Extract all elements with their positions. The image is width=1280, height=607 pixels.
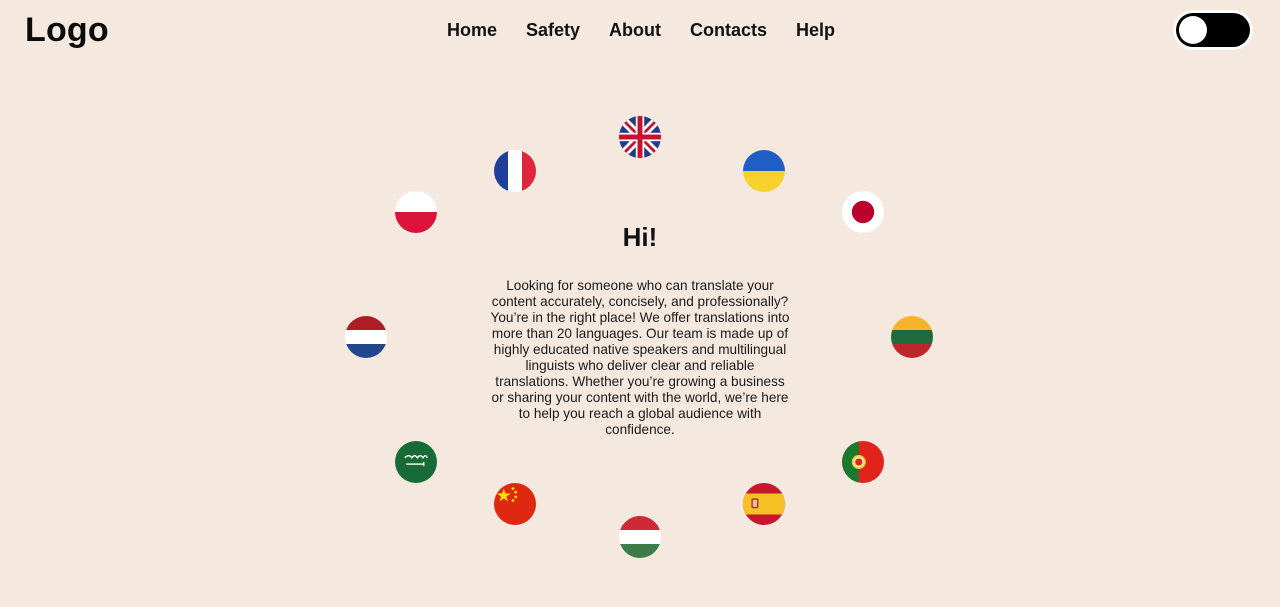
netherlands-flag-graphic bbox=[345, 316, 387, 358]
saudi-arabia-flag-icon[interactable] bbox=[395, 441, 437, 483]
hungary-flag-icon[interactable] bbox=[619, 516, 661, 558]
china-flag-icon[interactable] bbox=[494, 483, 536, 525]
hero-description: Looking for someone who can translate yo… bbox=[490, 278, 790, 437]
saudi-arabia-flag-graphic bbox=[395, 441, 437, 483]
poland-flag-icon[interactable] bbox=[395, 191, 437, 233]
portugal-flag-icon[interactable] bbox=[842, 441, 884, 483]
china-flag-graphic bbox=[494, 483, 536, 525]
lithuania-flag-graphic bbox=[891, 316, 933, 358]
toggle-knob bbox=[1179, 16, 1207, 44]
poland-flag-graphic bbox=[395, 191, 437, 233]
uk-flag-graphic bbox=[619, 116, 661, 158]
spain-flag-graphic bbox=[743, 483, 785, 525]
hero-title: Hi! bbox=[622, 222, 658, 252]
japan-flag-icon[interactable] bbox=[842, 191, 884, 233]
nav-about[interactable]: About bbox=[609, 18, 661, 42]
uk-flag-icon[interactable] bbox=[619, 116, 661, 158]
nav-home[interactable]: Home bbox=[447, 18, 497, 42]
logo[interactable]: Logo bbox=[25, 9, 109, 51]
main-nav: Home Safety About Contacts Help bbox=[447, 18, 835, 42]
france-flag-graphic bbox=[494, 150, 536, 192]
lithuania-flag-icon[interactable] bbox=[891, 316, 933, 358]
nav-safety[interactable]: Safety bbox=[526, 18, 580, 42]
ukraine-flag-icon[interactable] bbox=[743, 150, 785, 192]
nav-contacts[interactable]: Contacts bbox=[690, 18, 767, 42]
toggle-track bbox=[1176, 13, 1250, 47]
nav-help[interactable]: Help bbox=[796, 18, 835, 42]
page: Logo Home Safety About Contacts Help Hi!… bbox=[0, 0, 1280, 607]
netherlands-flag-icon[interactable] bbox=[345, 316, 387, 358]
france-flag-icon[interactable] bbox=[494, 150, 536, 192]
ukraine-flag-graphic bbox=[743, 150, 785, 192]
japan-flag-graphic bbox=[842, 191, 884, 233]
portugal-flag-graphic bbox=[842, 441, 884, 483]
theme-toggle[interactable] bbox=[1173, 10, 1253, 50]
hungary-flag-graphic bbox=[619, 516, 661, 558]
spain-flag-icon[interactable] bbox=[743, 483, 785, 525]
